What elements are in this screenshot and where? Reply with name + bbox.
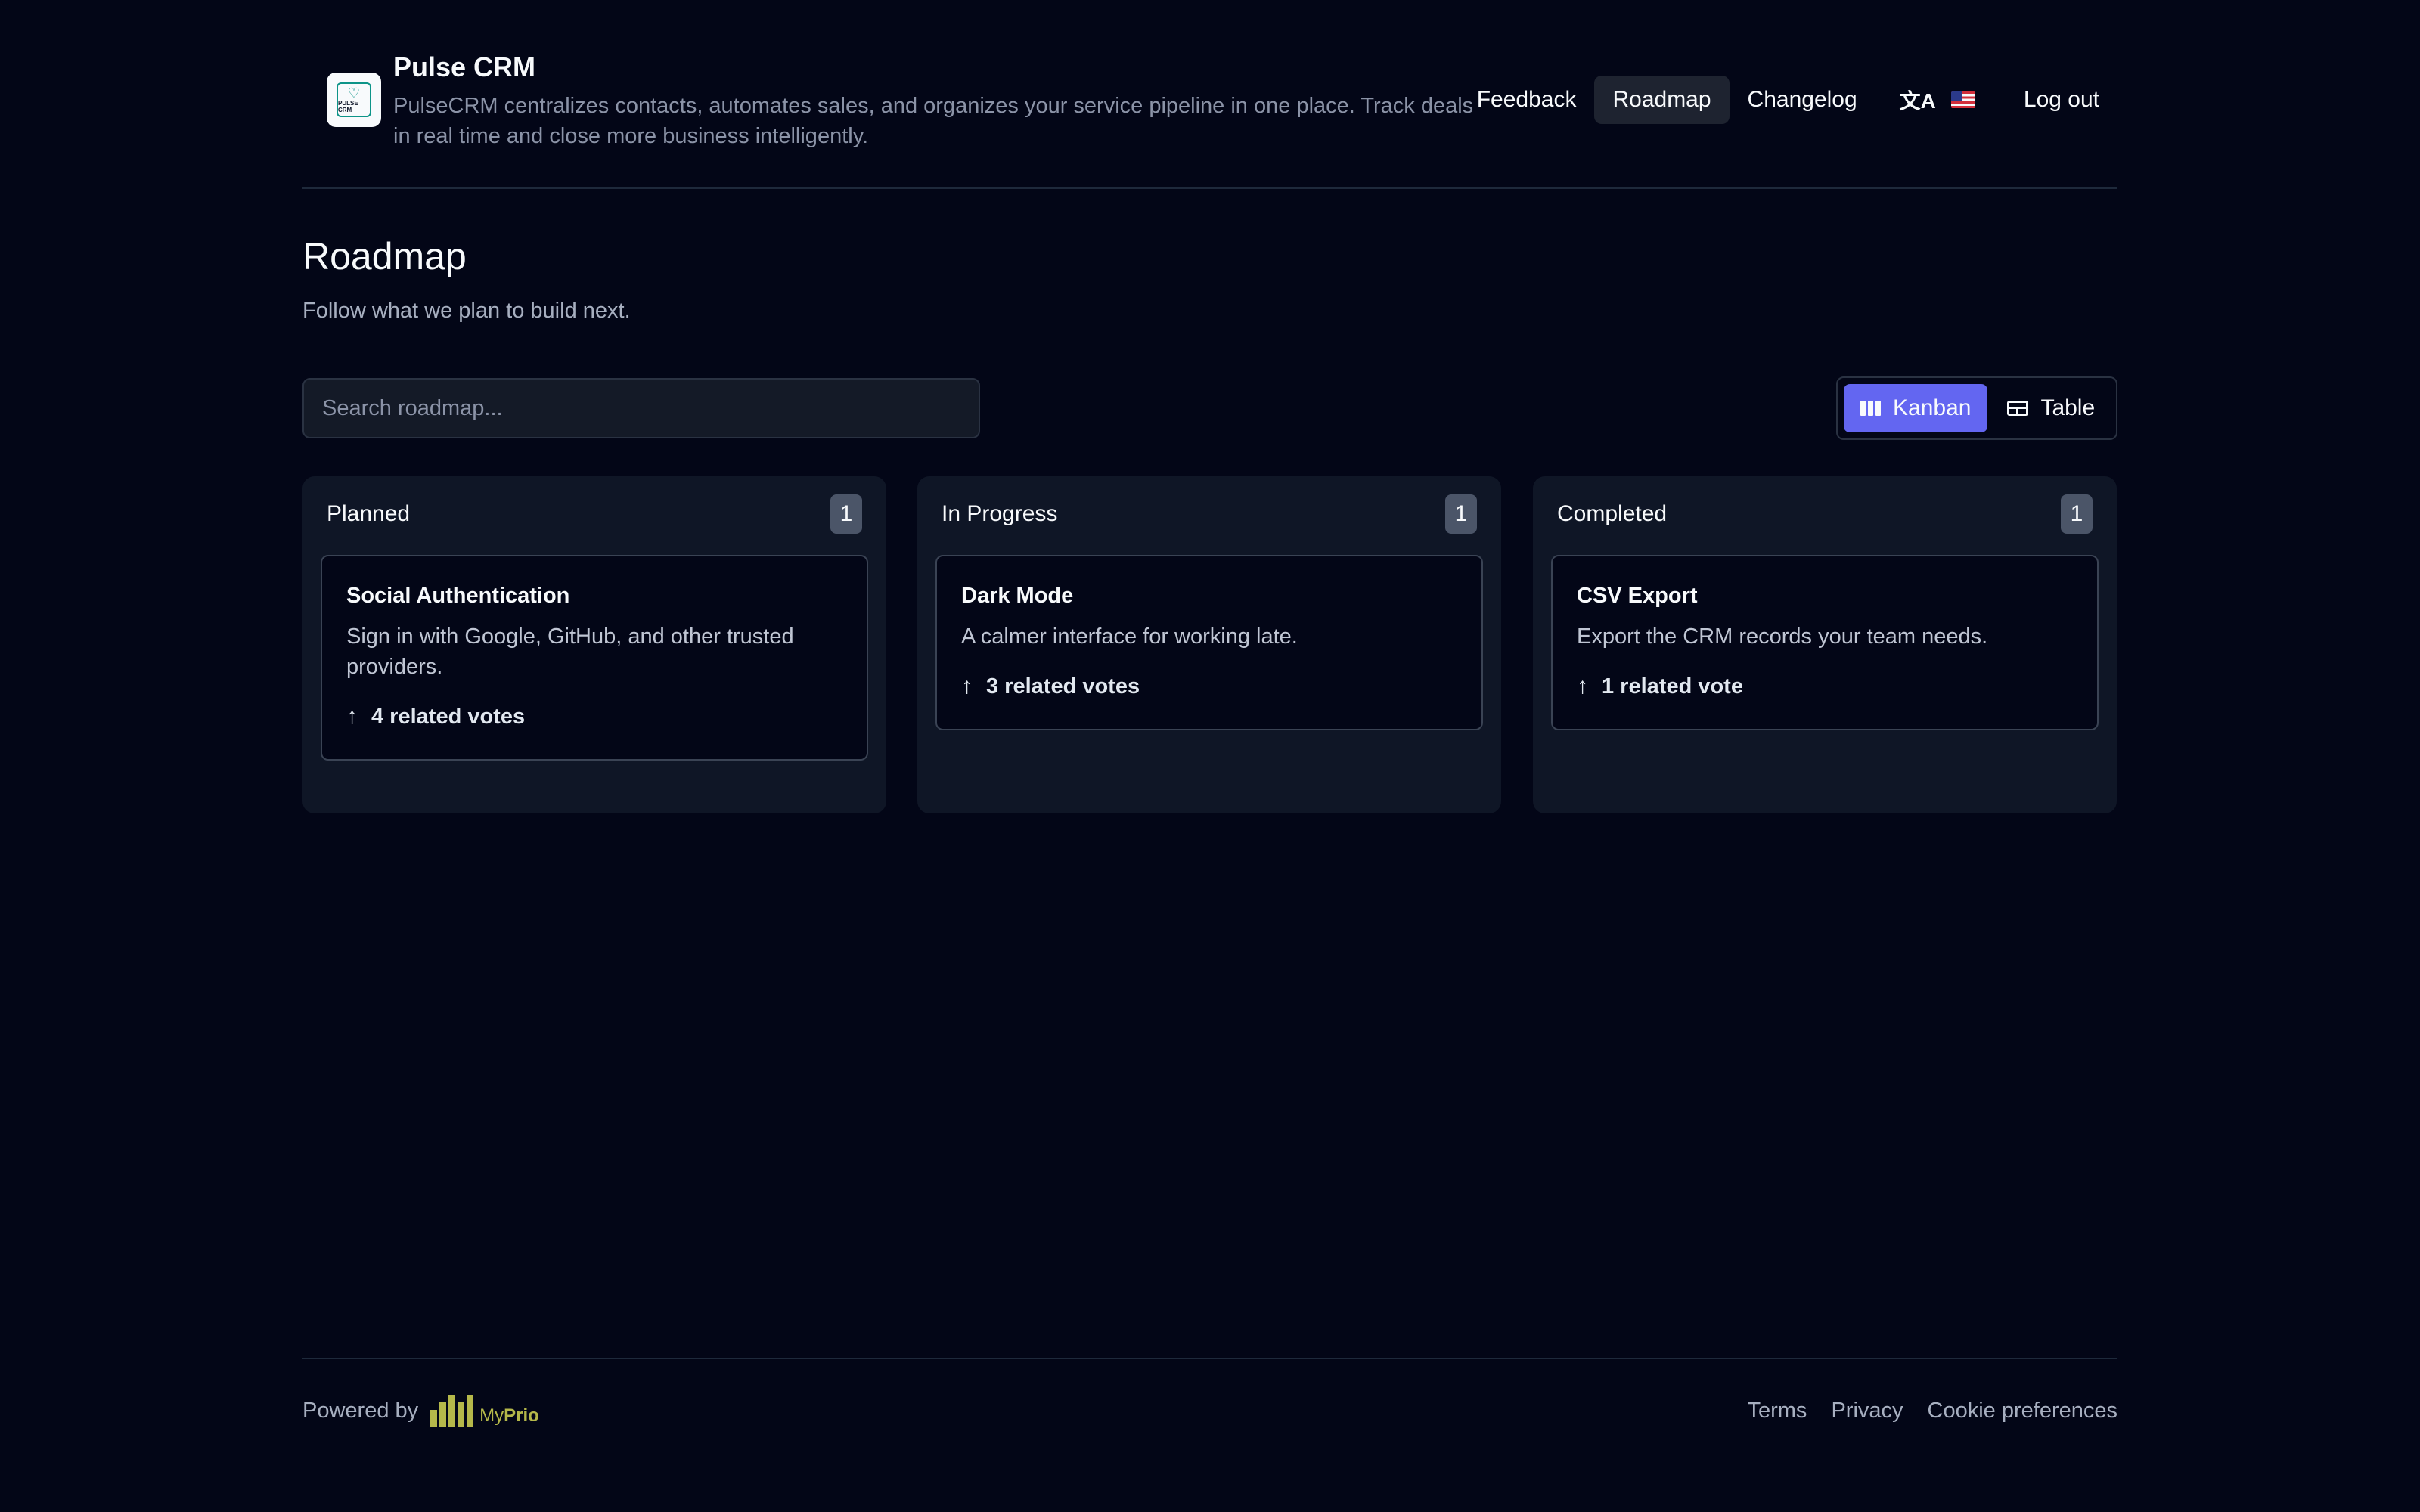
- table-icon: [2007, 401, 2029, 416]
- arrow-up-icon: ↑: [346, 704, 358, 729]
- brand-description: PulseCRM centralizes contacts, automates…: [393, 94, 1474, 148]
- table-view-button[interactable]: Table: [1990, 384, 2111, 432]
- footer-divider: [302, 1358, 2118, 1359]
- card-title: CSV Export: [1577, 584, 1698, 608]
- column-count-badge: 1: [2061, 494, 2093, 534]
- powered-by-label: Powered by: [302, 1398, 419, 1423]
- votes-label: 1 related vote: [1602, 674, 1743, 699]
- nav-changelog[interactable]: Changelog: [1730, 76, 1876, 124]
- brand-name: Pulse CRM: [393, 51, 536, 82]
- card-description: A calmer interface for working late.: [961, 624, 1298, 649]
- nav-roadmap[interactable]: Roadmap: [1594, 76, 1730, 124]
- card-votes: ↑ 3 related votes: [961, 671, 1457, 702]
- cookie-preferences-link[interactable]: Cookie preferences: [1928, 1399, 2118, 1424]
- kanban-icon: [1860, 401, 1881, 416]
- votes-label: 4 related votes: [371, 705, 526, 729]
- terms-link[interactable]: Terms: [1747, 1399, 1807, 1424]
- column-planned: Planned 1 Social Authentication Sign in …: [302, 476, 886, 813]
- column-count-badge: 1: [830, 494, 862, 534]
- nav-feedback[interactable]: Feedback: [1459, 76, 1595, 124]
- roadmap-card[interactable]: Dark Mode A calmer interface for working…: [935, 555, 1483, 730]
- card-votes: ↑ 1 related vote: [1577, 671, 2073, 702]
- pulse-crm-logo-icon[interactable]: ♡ PULSE CRM: [327, 73, 381, 127]
- footer-links: Terms Privacy Cookie preferences: [1747, 1390, 2118, 1432]
- column-completed: Completed 1 CSV Export Export the CRM re…: [1533, 476, 2117, 813]
- myprio-prio: Prio: [504, 1405, 539, 1426]
- arrow-up-icon: ↑: [961, 674, 973, 699]
- view-toggle: Kanban Table: [1836, 376, 2118, 440]
- column-count-badge: 1: [1445, 494, 1477, 534]
- powered-by: Powered by MyPrio: [302, 1390, 539, 1432]
- page-subtitle: Follow what we plan to build next.: [302, 299, 631, 323]
- column-title: In Progress: [942, 501, 1058, 526]
- language-selector[interactable]: 文A: [1876, 76, 2006, 124]
- translate-icon: 文A: [1899, 89, 1936, 113]
- kanban-view-button[interactable]: Kanban: [1844, 384, 1988, 432]
- card-description: Export the CRM records your team needs.: [1577, 624, 1988, 649]
- card-votes: ↑ 4 related votes: [346, 702, 842, 732]
- column-in-progress: In Progress 1 Dark Mode A calmer interfa…: [917, 476, 1501, 813]
- header: ♡ PULSE CRM Pulse CRM PulseCRM centraliz…: [302, 0, 2118, 189]
- myprio-logo[interactable]: MyPrio: [430, 1395, 539, 1427]
- page-title: Roadmap: [302, 235, 467, 277]
- roadmap-card[interactable]: Social Authentication Sign in with Googl…: [321, 555, 868, 761]
- card-description: Sign in with Google, GitHub, and other t…: [346, 624, 794, 679]
- myprio-logo-icon: [430, 1395, 474, 1427]
- kanban-label: Kanban: [1893, 395, 1972, 420]
- table-label: Table: [2040, 395, 2096, 420]
- top-nav: Feedback Roadmap Changelog 文A Log out: [1459, 76, 2118, 124]
- search-input[interactable]: [302, 378, 980, 438]
- column-title: Completed: [1557, 501, 1668, 526]
- us-flag-icon: [1950, 91, 1975, 108]
- card-title: Dark Mode: [961, 584, 1074, 608]
- roadmap-card[interactable]: CSV Export Export the CRM records your t…: [1551, 555, 2099, 730]
- page: ♡ PULSE CRM Pulse CRM PulseCRM centraliz…: [0, 0, 2420, 1512]
- myprio-my: My: [479, 1405, 504, 1426]
- arrow-up-icon: ↑: [1577, 674, 1588, 699]
- card-title: Social Authentication: [346, 584, 570, 608]
- privacy-link[interactable]: Privacy: [1831, 1399, 1903, 1424]
- logout-button[interactable]: Log out: [2006, 76, 2118, 124]
- heart-icon: ♡: [347, 85, 361, 101]
- logo-text: PULSE CRM: [338, 100, 358, 113]
- column-title: Planned: [327, 501, 411, 526]
- votes-label: 3 related votes: [986, 674, 1140, 699]
